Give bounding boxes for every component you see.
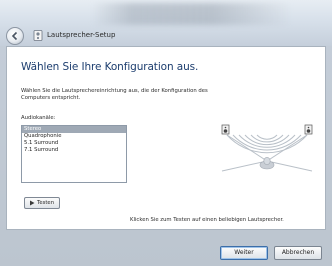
speaker-setup-icon xyxy=(33,30,43,41)
cancel-button[interactable]: Abbrechen xyxy=(274,246,322,260)
play-icon xyxy=(30,200,35,206)
list-item-5-1-surround[interactable]: 5.1 Surround xyxy=(22,140,126,147)
window-title: Lautsprecher-Setup xyxy=(47,31,116,39)
page-heading: Wählen Sie Ihre Konfiguration aus. xyxy=(21,61,199,73)
content-panel: Wählen Sie Ihre Konfiguration aus. Wähle… xyxy=(6,46,326,230)
next-button[interactable]: Weiter xyxy=(220,246,268,260)
list-item-quadrophonie[interactable]: Quadrophonie xyxy=(22,133,126,140)
background-glass xyxy=(92,3,292,25)
back-button[interactable] xyxy=(6,27,24,45)
audio-channels-list[interactable]: Stereo Quadrophonie 5.1 Surround 7.1 Sur… xyxy=(21,125,127,183)
test-button-label: Testen xyxy=(37,200,55,206)
left-speaker-icon[interactable] xyxy=(221,124,230,135)
list-item-stereo[interactable]: Stereo xyxy=(22,126,126,133)
speaker-setup-window: Lautsprecher-Setup Wählen Sie Ihre Konfi… xyxy=(0,0,332,266)
title-bar: Lautsprecher-Setup xyxy=(0,0,332,46)
audio-channels-label: Audiokanäle: xyxy=(21,115,56,121)
test-hint-text: Klicken Sie zum Testen auf einen beliebi… xyxy=(130,217,284,223)
speaker-layout-diagram xyxy=(221,124,313,172)
list-item-7-1-surround[interactable]: 7.1 Surround xyxy=(22,147,126,154)
test-button[interactable]: Testen xyxy=(24,197,60,209)
description-text: Wählen Sie die Lautsprechereinrichtung a… xyxy=(21,88,208,101)
back-arrow-icon xyxy=(11,31,18,41)
right-speaker-icon[interactable] xyxy=(304,124,313,135)
